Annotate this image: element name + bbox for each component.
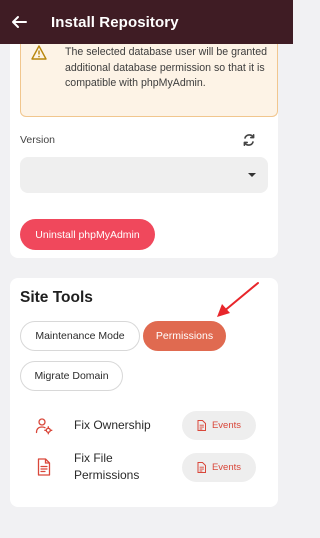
warning-triangle-icon	[31, 45, 47, 60]
document-icon	[197, 462, 206, 473]
warning-box: The selected database user will be grant…	[20, 44, 278, 117]
events-label: Events	[211, 420, 242, 431]
refresh-icon[interactable]	[242, 133, 256, 147]
phpmyadmin-card: The selected database user will be grant…	[10, 44, 278, 258]
maintenance-mode-chip[interactable]: Maintenance Mode	[20, 321, 140, 351]
version-label: Version	[20, 134, 56, 146]
version-select[interactable]	[20, 157, 268, 193]
file-icon	[35, 458, 53, 476]
permissions-chip[interactable]: Permissions	[143, 321, 226, 351]
warning-text: The selected database user will be grant…	[65, 46, 267, 89]
app-bar: Install Repository	[0, 0, 293, 44]
document-icon	[197, 420, 206, 431]
migrate-domain-chip[interactable]: Migrate Domain	[20, 361, 123, 391]
uninstall-phpmyadmin-button[interactable]: Uninstall phpMyAdmin	[20, 219, 155, 250]
caret-down-icon	[248, 173, 256, 177]
site-tools-title: Site Tools	[20, 289, 93, 306]
arrow-left-icon[interactable]	[9, 12, 29, 32]
page-title: Install Repository	[51, 13, 179, 31]
user-gear-icon	[35, 417, 53, 435]
fix-file-permissions-label: Fix File Permissions	[74, 451, 140, 482]
fix-ownership-events-button[interactable]: Events	[182, 411, 256, 440]
annotation-arrow-icon	[217, 282, 259, 317]
fix-ownership-label: Fix Ownership	[74, 418, 151, 432]
events-label: Events	[211, 462, 242, 473]
fix-file-permissions-events-button[interactable]: Events	[182, 453, 256, 482]
